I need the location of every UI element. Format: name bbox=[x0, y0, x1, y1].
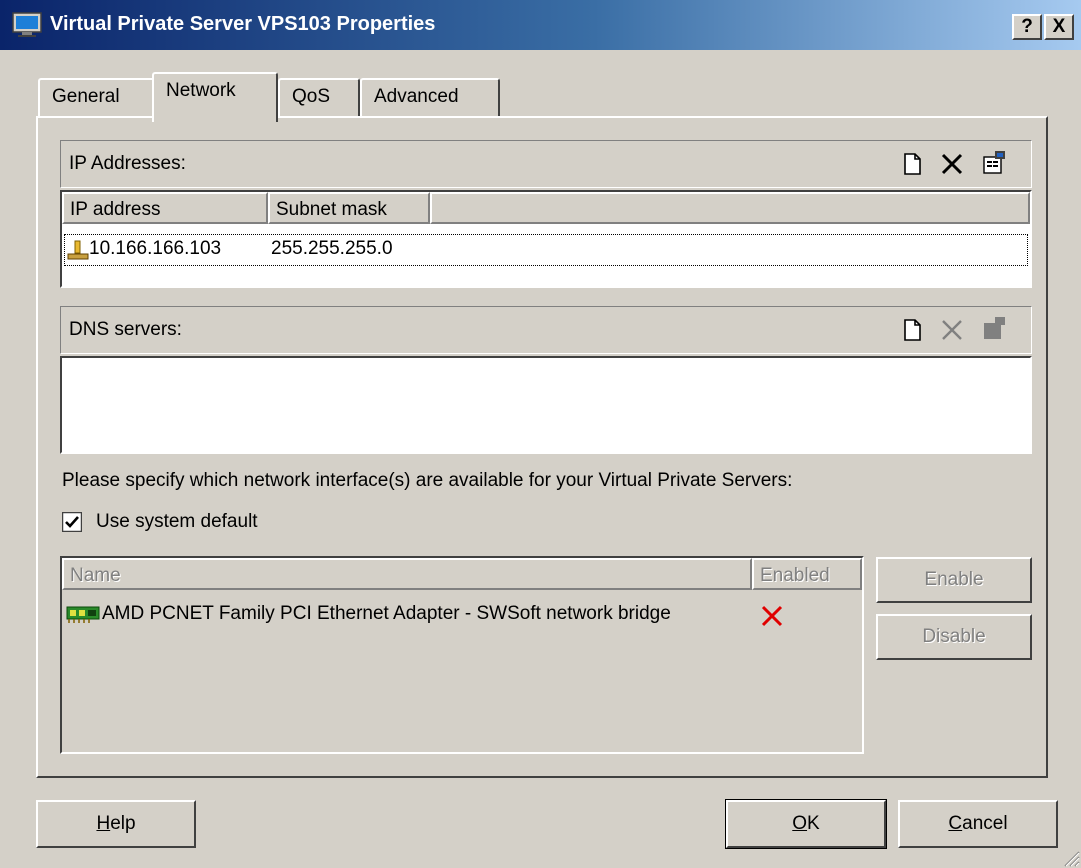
interface-name: AMD PCNET Family PCI Ethernet Adapter - … bbox=[102, 603, 671, 624]
column-header-name[interactable]: Name bbox=[62, 558, 752, 590]
new-item-icon[interactable] bbox=[899, 151, 925, 177]
help-label-rest: elp bbox=[110, 813, 136, 834]
help-button[interactable]: Help bbox=[36, 800, 196, 848]
window-title: Virtual Private Server VPS103 Properties bbox=[50, 13, 436, 35]
title-bar[interactable]: Virtual Private Server VPS103 Properties… bbox=[0, 0, 1081, 50]
network-adapter-icon bbox=[66, 606, 100, 623]
delete-x-icon bbox=[942, 320, 962, 340]
column-label: Name bbox=[70, 565, 121, 586]
help-mnemonic: H bbox=[96, 813, 111, 834]
column-label: IP address bbox=[70, 199, 161, 220]
checkbox-checked-icon[interactable] bbox=[62, 512, 82, 532]
network-connection-icon bbox=[67, 240, 89, 260]
column-header-enabled[interactable]: Enabled bbox=[752, 558, 862, 590]
new-item-icon[interactable] bbox=[899, 317, 925, 343]
column-header-subnet[interactable]: Subnet mask bbox=[268, 192, 430, 224]
tab-qos[interactable]: QoS bbox=[278, 78, 360, 116]
column-header-filler bbox=[430, 192, 1030, 224]
ip-addresses-header: IP Addresses: bbox=[60, 140, 1032, 188]
resize-grip-icon[interactable] bbox=[1062, 849, 1080, 867]
tab-label: QoS bbox=[292, 86, 331, 107]
use-system-default-label: Use system default bbox=[96, 511, 258, 532]
ok-label-rest: K bbox=[807, 813, 820, 834]
ok-button[interactable]: OK bbox=[725, 799, 887, 849]
interfaces-instruction: Please specify which network interface(s… bbox=[62, 470, 793, 491]
network-interface-list[interactable]: Name Enabled AMD PCNET Family PCI Ethern… bbox=[60, 556, 864, 754]
active-tab-joint bbox=[154, 114, 276, 119]
delete-x-icon[interactable] bbox=[939, 151, 965, 177]
disable-button[interactable]: Disable bbox=[876, 614, 1032, 660]
ip-address-list[interactable]: IP address Subnet mask 10.166.166.103 25… bbox=[60, 190, 1032, 288]
tab-label: General bbox=[52, 86, 120, 107]
monitor-icon bbox=[12, 12, 42, 37]
use-system-default-checkbox[interactable]: Use system default bbox=[62, 511, 302, 540]
cancel-button[interactable]: Cancel bbox=[898, 800, 1058, 848]
close-button[interactable]: X bbox=[1044, 14, 1074, 40]
table-row[interactable]: AMD PCNET Family PCI Ethernet Adapter - … bbox=[64, 600, 860, 630]
tab-label: Network bbox=[166, 80, 236, 101]
tab-general[interactable]: General bbox=[38, 78, 156, 116]
ip-addresses-label: IP Addresses: bbox=[69, 153, 186, 174]
help-caption-button[interactable]: ? bbox=[1012, 14, 1042, 40]
enable-button[interactable]: Enable bbox=[876, 557, 1032, 603]
ok-mnemonic: O bbox=[792, 813, 808, 834]
cancel-label-rest: ancel bbox=[962, 813, 1008, 834]
cancel-mnemonic: C bbox=[948, 813, 963, 834]
dns-servers-header: DNS servers: bbox=[60, 306, 1032, 354]
tab-label: Advanced bbox=[374, 86, 459, 107]
tab-advanced[interactable]: Advanced bbox=[360, 78, 500, 116]
subnet-mask-value: 255.255.255.0 bbox=[271, 238, 393, 259]
column-label: Subnet mask bbox=[276, 199, 387, 220]
dns-servers-label: DNS servers: bbox=[69, 319, 182, 340]
properties-icon bbox=[984, 317, 1005, 339]
table-row[interactable]: 10.166.166.103 255.255.255.0 bbox=[64, 234, 1028, 266]
column-label: Enabled bbox=[760, 565, 830, 586]
dns-server-list[interactable] bbox=[60, 356, 1032, 454]
red-x-icon bbox=[761, 605, 783, 627]
column-header-ip[interactable]: IP address bbox=[62, 192, 268, 224]
ip-address-value: 10.166.166.103 bbox=[89, 238, 222, 259]
properties-icon[interactable] bbox=[981, 149, 1007, 175]
